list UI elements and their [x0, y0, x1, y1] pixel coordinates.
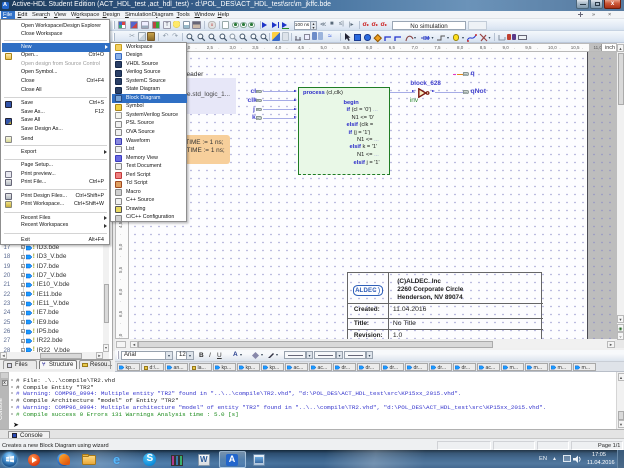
svg-text:M: M — [425, 36, 429, 42]
